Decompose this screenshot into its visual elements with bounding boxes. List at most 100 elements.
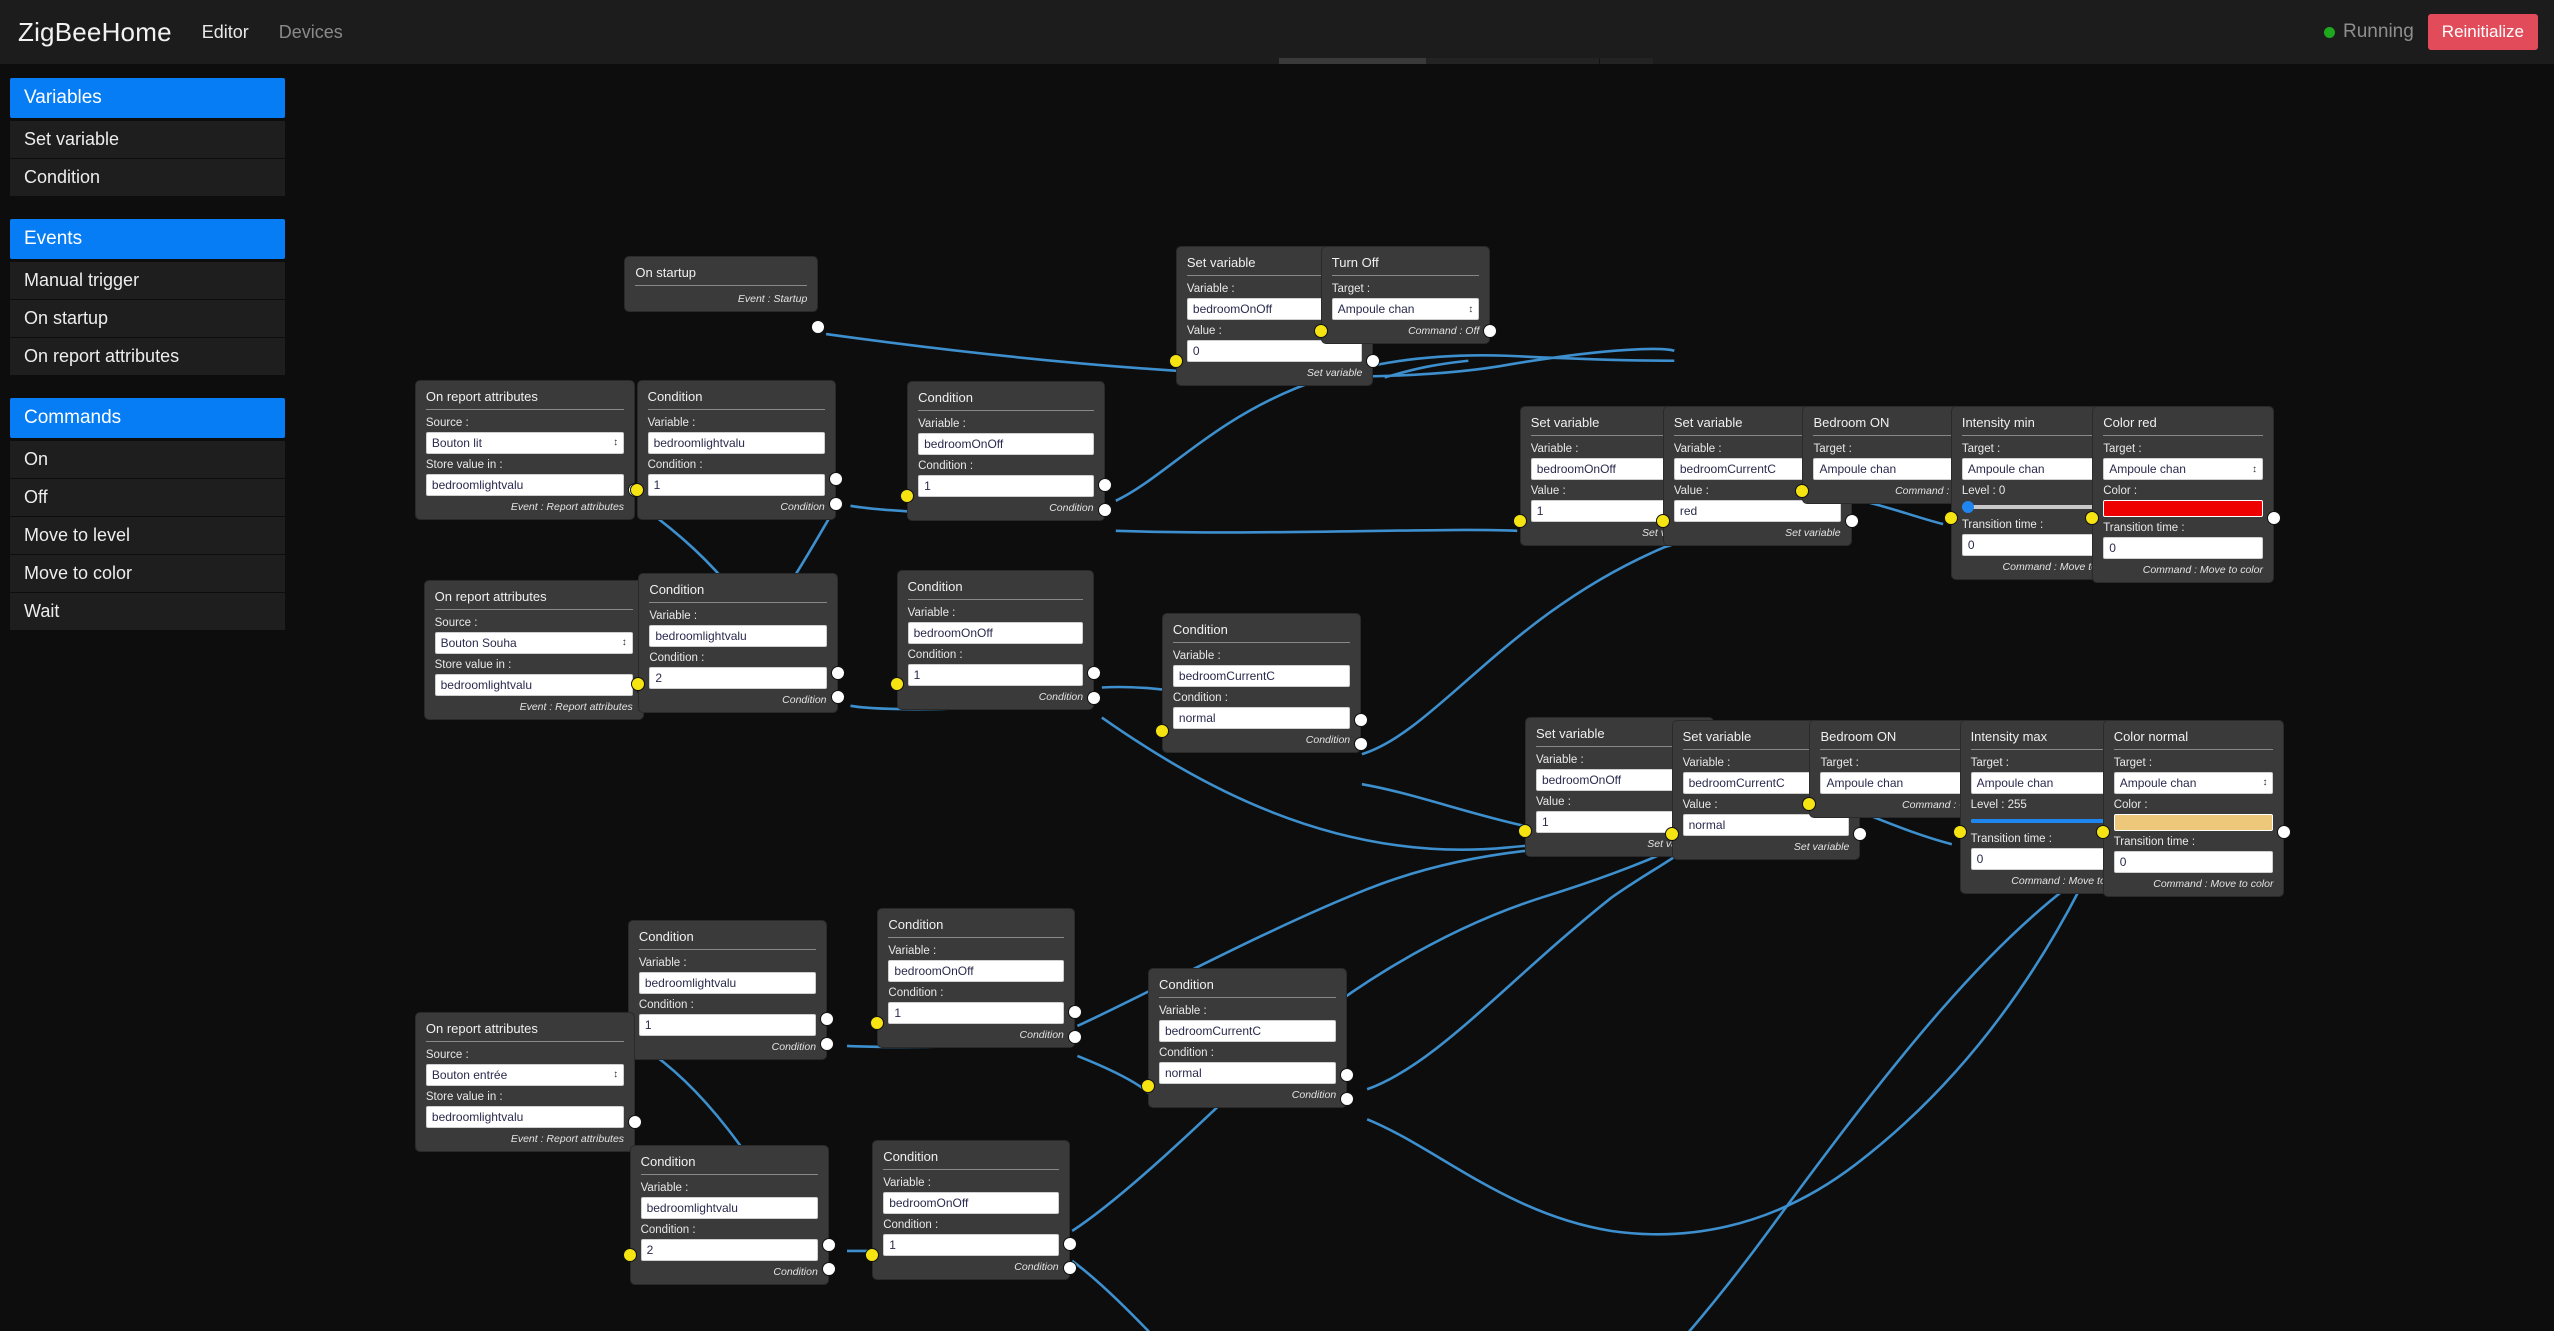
node-input-port[interactable]: [1168, 354, 1183, 368]
field-input[interactable]: 0: [2113, 850, 2274, 873]
node-cond-c1[interactable]: Condition Variable : bedroomlightvalu Condi…: [620, 920, 835, 1059]
node-output-port[interactable]: [1067, 1029, 1082, 1044]
node-rep-lit[interactable]: On report attributes Source : Bouton lit ↕ S…: [415, 380, 643, 519]
field-input[interactable]: 1: [638, 1013, 817, 1036]
node-output-port[interactable]: [830, 690, 845, 705]
field-input[interactable]: normal: [1158, 1062, 1337, 1085]
node-output-port[interactable]: [1062, 1236, 1077, 1251]
field-select[interactable]: Ampoule chan↕: [2103, 458, 2263, 481]
node-cond-b2[interactable]: Condition Variable : bedroomOnOff Condition…: [889, 570, 1102, 709]
node-input-port[interactable]: [900, 489, 915, 504]
node-color-red[interactable]: Color red Target : Ampoule chan ↕ Color : Tra…: [2085, 407, 2281, 583]
node-input-port[interactable]: [1140, 1078, 1155, 1093]
node-output-port[interactable]: [1067, 1004, 1082, 1019]
flow-canvas[interactable]: On startup Event : Startup Set variable Var…: [285, 64, 2554, 1331]
field-input[interactable]: 1: [888, 1002, 1064, 1025]
node-input-port[interactable]: [889, 677, 904, 692]
node-input-port[interactable]: [2095, 824, 2110, 839]
field-input[interactable]: bedroomlightvalu: [640, 1196, 818, 1219]
node-turnoff[interactable]: Turn Off Target : Ampoule chan ↕ Command : O…: [1313, 247, 1498, 344]
slider-knob[interactable]: [1962, 501, 1975, 514]
node-cond-c3[interactable]: Condition Variable : bedroomCurrentC Condit…: [1140, 969, 1355, 1108]
field-input[interactable]: bedroomlightvalu: [425, 1105, 625, 1128]
field-input[interactable]: normal: [1682, 813, 1850, 836]
node-output-port[interactable]: [1097, 502, 1112, 517]
sidebar-item-on[interactable]: On: [10, 441, 285, 479]
field-input[interactable]: bedroomCurrentC: [1158, 1020, 1337, 1043]
field-input[interactable]: bedroomlightvalu: [425, 473, 625, 496]
field-input[interactable]: normal: [1172, 707, 1351, 730]
field-input[interactable]: 1: [647, 473, 825, 496]
node-cond-c2[interactable]: Condition Variable : bedroomOnOff Condition…: [870, 909, 1082, 1048]
field-select[interactable]: Ampoule chan↕: [2113, 771, 2274, 794]
field-input[interactable]: bedroomOnOff: [918, 433, 1094, 456]
reinitialize-button[interactable]: Reinitialize: [2427, 14, 2538, 50]
sidebar-item-set-variable[interactable]: Set variable: [10, 121, 285, 159]
field-input[interactable]: bedroomCurrentC: [1172, 665, 1351, 688]
node-output-port[interactable]: [821, 1262, 836, 1277]
node-startup[interactable]: On startup Event : Startup: [625, 257, 826, 335]
sidebar-item-on-report-attributes[interactable]: On report attributes: [10, 338, 285, 376]
sidebar-item-manual-trigger[interactable]: Manual trigger: [10, 262, 285, 300]
node-cond-b3[interactable]: Condition Variable : bedroomCurrentC Condit…: [1154, 614, 1369, 753]
node-bedroom-on-2[interactable]: Bedroom ON Target : Ampoule chan↕ Command :…: [1802, 720, 1992, 817]
node-input-port[interactable]: [1952, 824, 1967, 839]
field-select[interactable]: Ampoule chan↕: [1820, 771, 1974, 794]
node-input-port[interactable]: [2085, 511, 2100, 526]
node-cond-a1[interactable]: Condition Variable : bedroomlightvalu Condi…: [629, 380, 843, 519]
sidebar-item-on-startup[interactable]: On startup: [10, 300, 285, 338]
node-rep-entree[interactable]: On report attributes Source : Bouton entré…: [415, 1012, 643, 1151]
node-output-port[interactable]: [821, 1237, 836, 1252]
node-cond-b1[interactable]: Condition Variable : bedroomlightvalu Condi…: [631, 574, 845, 713]
sidebar-item-condition[interactable]: Condition: [10, 159, 285, 197]
node-input-port[interactable]: [1943, 511, 1958, 526]
field-select[interactable]: Bouton entrée ↕: [425, 1063, 625, 1086]
field-input[interactable]: 0: [2103, 537, 2263, 560]
node-color-normal[interactable]: Color normal Target : Ampoule chan ↕ Color :…: [2095, 720, 2292, 896]
nav-link-editor[interactable]: Editor: [202, 22, 249, 43]
field-input[interactable]: bedroomOnOff: [907, 621, 1084, 644]
field-color-swatch[interactable]: [2113, 813, 2274, 831]
node-cond-a2[interactable]: Condition Variable : bedroomOnOff Condition…: [900, 382, 1112, 521]
node-output-port[interactable]: [828, 496, 843, 511]
node-input-port[interactable]: [1512, 514, 1527, 529]
field-input[interactable]: bedroomlightvalu: [638, 971, 817, 994]
node-input-port[interactable]: [1313, 323, 1328, 338]
node-input-port[interactable]: [870, 1015, 885, 1030]
field-color-swatch[interactable]: [2103, 500, 2263, 518]
node-input-port[interactable]: [865, 1247, 880, 1262]
node-output-port[interactable]: [1340, 1067, 1355, 1082]
sidebar-item-move-to-level[interactable]: Move to level: [10, 517, 285, 555]
sidebar-item-off[interactable]: Off: [10, 479, 285, 517]
node-input-port[interactable]: [1664, 827, 1679, 842]
field-input[interactable]: 2: [640, 1238, 818, 1261]
field-select[interactable]: Ampoule chan↕: [1813, 458, 1967, 481]
field-select[interactable]: Bouton Souha ↕: [434, 631, 633, 654]
sidebar-item-wait[interactable]: Wait: [10, 593, 285, 631]
node-input-port[interactable]: [1795, 483, 1810, 498]
node-input-port[interactable]: [1154, 723, 1169, 738]
field-input[interactable]: bedroomOnOff: [888, 960, 1064, 983]
node-output-port[interactable]: [1844, 514, 1859, 529]
node-output-port[interactable]: [1354, 712, 1369, 727]
node-rep-souha[interactable]: On report attributes Source : Bouton Souha…: [424, 580, 651, 719]
nav-link-devices[interactable]: Devices: [279, 22, 343, 43]
node-input-port[interactable]: [1802, 797, 1817, 812]
node-bedroom-on-1[interactable]: Bedroom ON Target : Ampoule chan↕ Command :…: [1795, 407, 1985, 504]
node-input-port[interactable]: [631, 676, 646, 691]
node-input-port[interactable]: [1655, 514, 1670, 529]
field-input[interactable]: bedroomlightvalu: [649, 625, 827, 648]
node-output-port[interactable]: [1097, 478, 1112, 493]
node-output-port[interactable]: [830, 665, 845, 680]
node-input-port[interactable]: [622, 1248, 637, 1263]
field-input[interactable]: bedroomOnOff: [883, 1191, 1059, 1214]
field-input[interactable]: 1: [907, 663, 1084, 686]
field-select[interactable]: Ampoule chan↕: [1331, 298, 1480, 321]
node-cond-d2[interactable]: Condition Variable : bedroomOnOff Condition…: [865, 1140, 1077, 1279]
field-select[interactable]: Bouton lit ↕: [425, 431, 625, 454]
node-input-port[interactable]: [1517, 824, 1532, 839]
node-cond-d1[interactable]: Condition Variable : bedroomlightvalu Condi…: [622, 1145, 836, 1284]
field-input[interactable]: 1: [918, 475, 1094, 498]
field-input[interactable]: bedroomlightvalu: [647, 431, 825, 454]
field-input[interactable]: 1: [883, 1233, 1059, 1256]
